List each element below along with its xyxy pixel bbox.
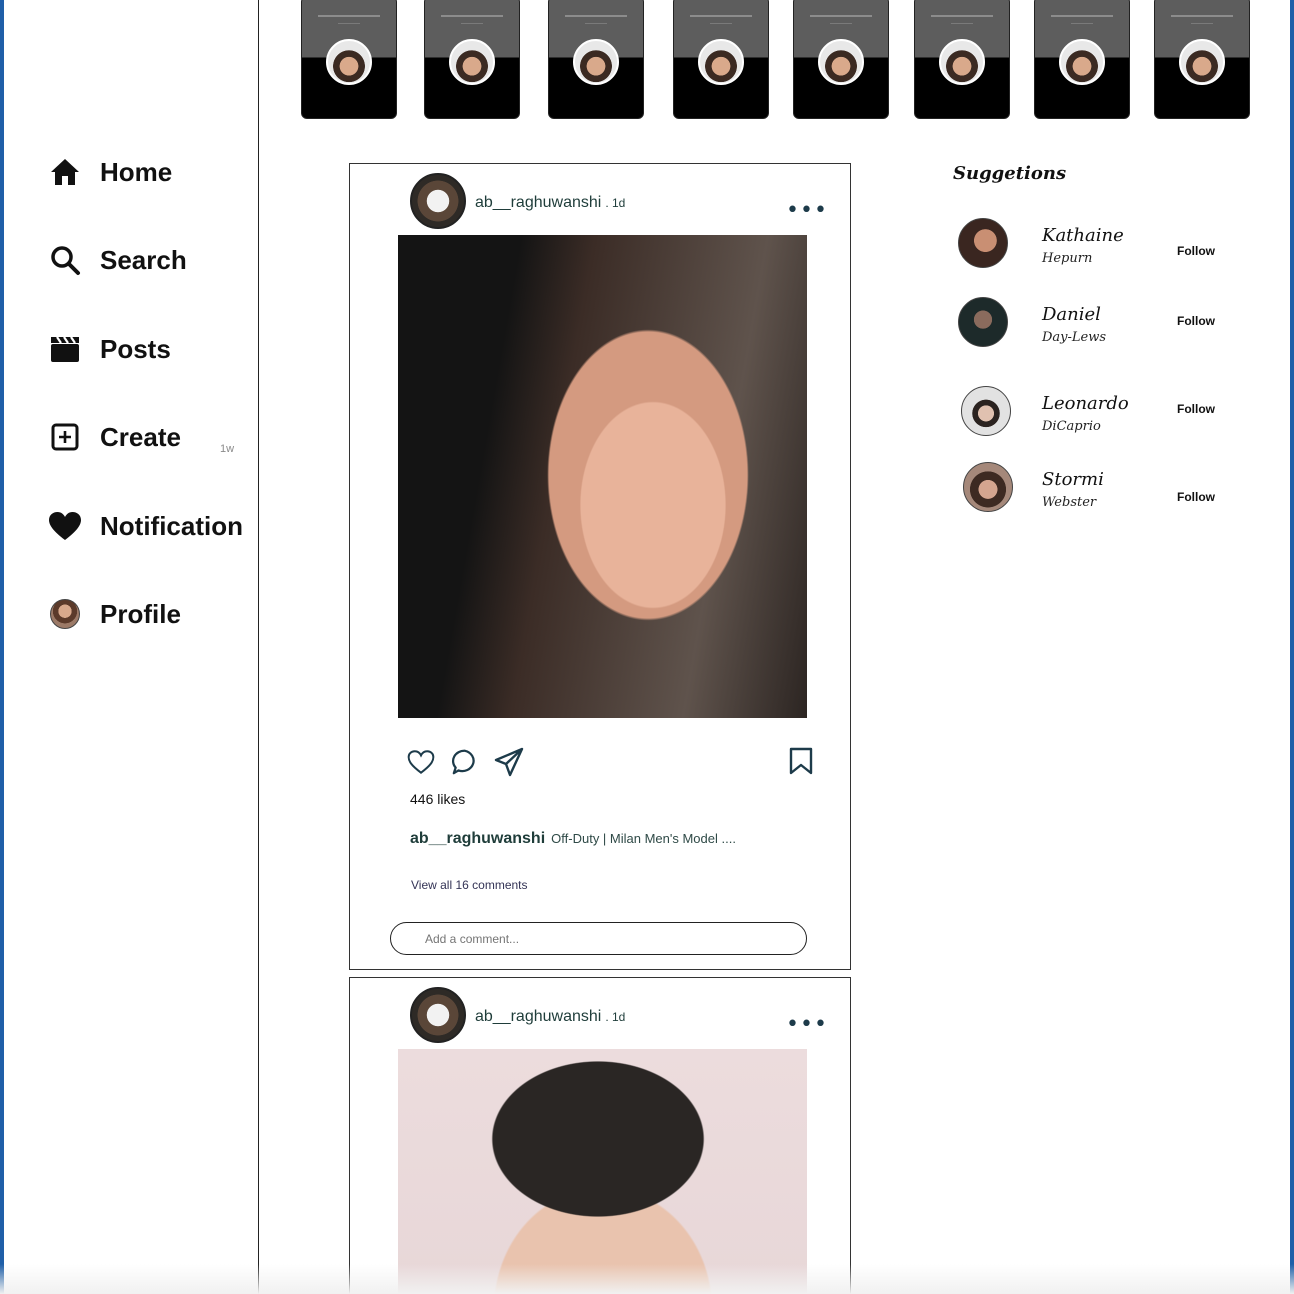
suggestion-first-name[interactable]: Leonardo bbox=[1042, 393, 1129, 414]
post-username-text: ab__raghuwanshi bbox=[475, 1008, 602, 1025]
nav-label-posts: Posts bbox=[100, 333, 171, 364]
feed-post: ab__raghuwanshi. 1d ••• 446 likes ab__ra… bbox=[349, 163, 851, 970]
story-avatar bbox=[573, 39, 619, 85]
story-item[interactable] bbox=[793, 0, 889, 119]
post-username-text: ab__raghuwanshi bbox=[475, 194, 602, 211]
post-actions bbox=[405, 746, 525, 778]
story-avatar bbox=[939, 39, 985, 85]
post-time: . 1d bbox=[605, 1010, 626, 1024]
post-caption: ab__raghuwanshi Off-Duty | Milan Men's Mo… bbox=[410, 828, 736, 848]
nav-label-profile: Profile bbox=[100, 598, 181, 629]
suggestion-avatar[interactable] bbox=[963, 462, 1013, 512]
nav-item-profile[interactable]: Profile bbox=[48, 594, 181, 634]
suggestion-first-name[interactable]: Stormi bbox=[1042, 469, 1104, 490]
nav-item-search[interactable]: Search bbox=[48, 240, 187, 280]
nav-item-posts[interactable]: Posts bbox=[48, 329, 171, 369]
follow-button[interactable]: Follow bbox=[1177, 490, 1215, 504]
suggestion-first-name[interactable]: Daniel bbox=[1042, 304, 1101, 325]
suggestion-avatar[interactable] bbox=[961, 386, 1011, 436]
post-author-avatar[interactable] bbox=[410, 987, 466, 1043]
post-username[interactable]: ab__raghuwanshi. 1d bbox=[475, 1008, 625, 1026]
story-item[interactable] bbox=[914, 0, 1010, 119]
story-item[interactable] bbox=[673, 0, 769, 119]
story-item[interactable] bbox=[301, 0, 397, 119]
add-comment-input[interactable] bbox=[390, 922, 807, 955]
view-comments-link[interactable]: View all 16 comments bbox=[411, 878, 528, 892]
like-icon[interactable] bbox=[405, 746, 437, 778]
nav-item-notification[interactable]: Notification bbox=[48, 506, 243, 546]
story-avatar bbox=[1059, 39, 1105, 85]
suggestion-item: Kathaine Hepurn Follow bbox=[956, 216, 1226, 272]
nav-item-create[interactable]: Create bbox=[48, 417, 181, 457]
time-badge: 1w bbox=[220, 443, 235, 455]
follow-button[interactable]: Follow bbox=[1177, 402, 1215, 416]
nav-label-create: Create bbox=[100, 421, 181, 452]
story-avatar bbox=[449, 39, 495, 85]
sidebar: Home Search Posts Create 1w Notification… bbox=[4, 0, 259, 1294]
suggestion-item: Stormi Webster Follow bbox=[956, 460, 1226, 516]
more-options-icon[interactable]: ••• bbox=[786, 1014, 828, 1036]
feed-post: ab__raghuwanshi. 1d ••• bbox=[349, 977, 851, 1294]
story-item[interactable] bbox=[548, 0, 644, 119]
caption-username[interactable]: ab__raghuwanshi bbox=[410, 830, 545, 847]
suggestions-title: Suggetions bbox=[953, 163, 1067, 184]
suggestion-item: Daniel Day-Lews Follow bbox=[956, 295, 1226, 351]
heart-icon bbox=[48, 509, 82, 543]
home-icon bbox=[48, 155, 82, 189]
window-frame-right bbox=[1290, 0, 1294, 1294]
search-icon bbox=[48, 243, 82, 277]
post-author-avatar[interactable] bbox=[410, 173, 466, 229]
clapperboard-icon bbox=[48, 332, 82, 366]
nav-label-search: Search bbox=[100, 244, 187, 275]
story-avatar bbox=[1179, 39, 1225, 85]
share-icon[interactable] bbox=[493, 746, 525, 778]
story-item[interactable] bbox=[1154, 0, 1250, 119]
bottom-fade bbox=[0, 1264, 1294, 1294]
post-time: . 1d bbox=[605, 196, 626, 210]
suggestion-last-name: Hepurn bbox=[1042, 251, 1093, 266]
suggestion-first-name[interactable]: Kathaine bbox=[1042, 225, 1124, 246]
comment-icon[interactable] bbox=[449, 746, 481, 778]
story-avatar bbox=[698, 39, 744, 85]
more-options-icon[interactable]: ••• bbox=[786, 200, 828, 222]
nav-item-home[interactable]: Home bbox=[48, 152, 172, 192]
follow-button[interactable]: Follow bbox=[1177, 244, 1215, 258]
story-avatar bbox=[818, 39, 864, 85]
post-image[interactable] bbox=[398, 235, 807, 718]
likes-count: 446 likes bbox=[410, 791, 466, 807]
suggestion-last-name: Day-Lews bbox=[1042, 330, 1107, 345]
nav-label-notification: Notification bbox=[100, 510, 243, 541]
bookmark-icon[interactable] bbox=[786, 746, 818, 778]
plus-square-icon bbox=[48, 420, 82, 454]
caption-text: Off-Duty | Milan Men's Model .... bbox=[551, 831, 736, 846]
suggestion-avatar[interactable] bbox=[958, 297, 1008, 347]
story-item[interactable] bbox=[1034, 0, 1130, 119]
profile-avatar bbox=[48, 597, 82, 631]
suggestion-avatar[interactable] bbox=[958, 218, 1008, 268]
story-avatar bbox=[326, 39, 372, 85]
suggestion-last-name: DiCaprio bbox=[1042, 419, 1101, 434]
follow-button[interactable]: Follow bbox=[1177, 314, 1215, 328]
suggestion-item: Leonardo DiCaprio Follow bbox=[956, 384, 1226, 440]
nav-label-home: Home bbox=[100, 156, 173, 187]
story-item[interactable] bbox=[424, 0, 520, 119]
suggestion-last-name: Webster bbox=[1042, 495, 1097, 510]
post-image[interactable] bbox=[398, 1049, 807, 1294]
post-username[interactable]: ab__raghuwanshi. 1d bbox=[475, 194, 625, 212]
